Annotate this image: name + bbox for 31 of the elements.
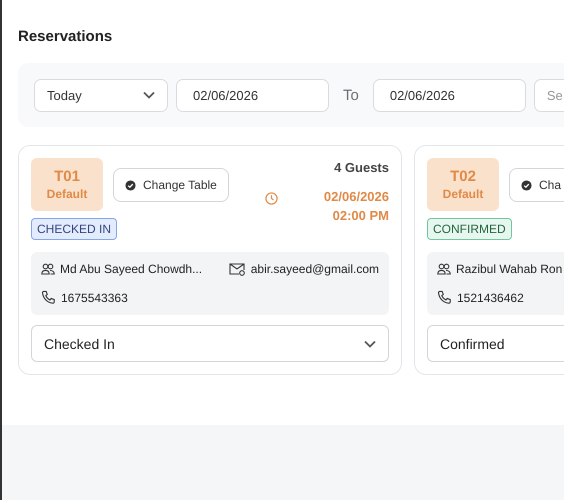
clock-icon xyxy=(264,192,278,205)
chevron-down-icon xyxy=(143,91,155,99)
date-field[interactable]: 02/06/2026 xyxy=(372,78,526,112)
guest-count: 4 Guests xyxy=(334,160,389,175)
change-table-button[interactable]: Cha xyxy=(509,168,564,202)
range-select[interactable]: Today xyxy=(34,78,168,112)
check-circle-icon xyxy=(125,180,136,190)
phone-icon xyxy=(41,290,56,305)
date-field[interactable]: 02/06/2026 xyxy=(176,78,329,112)
guest-name: Md Abu Sayeed Chowdh... xyxy=(60,262,202,276)
change-table-button[interactable]: Change Table xyxy=(113,168,229,202)
to-label: To xyxy=(343,86,359,104)
people-icon xyxy=(437,263,451,275)
reservation-datetime: 02/06/2026 02:00 PM xyxy=(324,188,389,225)
mail-icon xyxy=(228,262,246,276)
table-tag: T01 Default xyxy=(31,158,103,211)
guest-phone: 1521436462 xyxy=(457,290,524,304)
status-badge: CONFIRMED xyxy=(427,218,512,240)
guest-email: abir.sayeed@gmail.com xyxy=(250,262,379,276)
guest-phone: 1675543363 xyxy=(61,290,128,304)
status-select[interactable]: Confirmed xyxy=(427,325,564,362)
search-field[interactable]: Se xyxy=(534,78,564,112)
guest-name: Razibul Wahab Ron xyxy=(456,262,562,276)
people-icon xyxy=(41,263,55,275)
page-title: Reservations xyxy=(18,27,114,47)
status-badge: CHECKED IN xyxy=(31,218,118,240)
status-select[interactable]: Checked In xyxy=(31,325,389,362)
table-tag: T02 Default xyxy=(427,158,499,211)
check-circle-icon xyxy=(521,180,532,190)
chevron-down-icon xyxy=(364,340,376,348)
phone-icon xyxy=(437,290,452,305)
